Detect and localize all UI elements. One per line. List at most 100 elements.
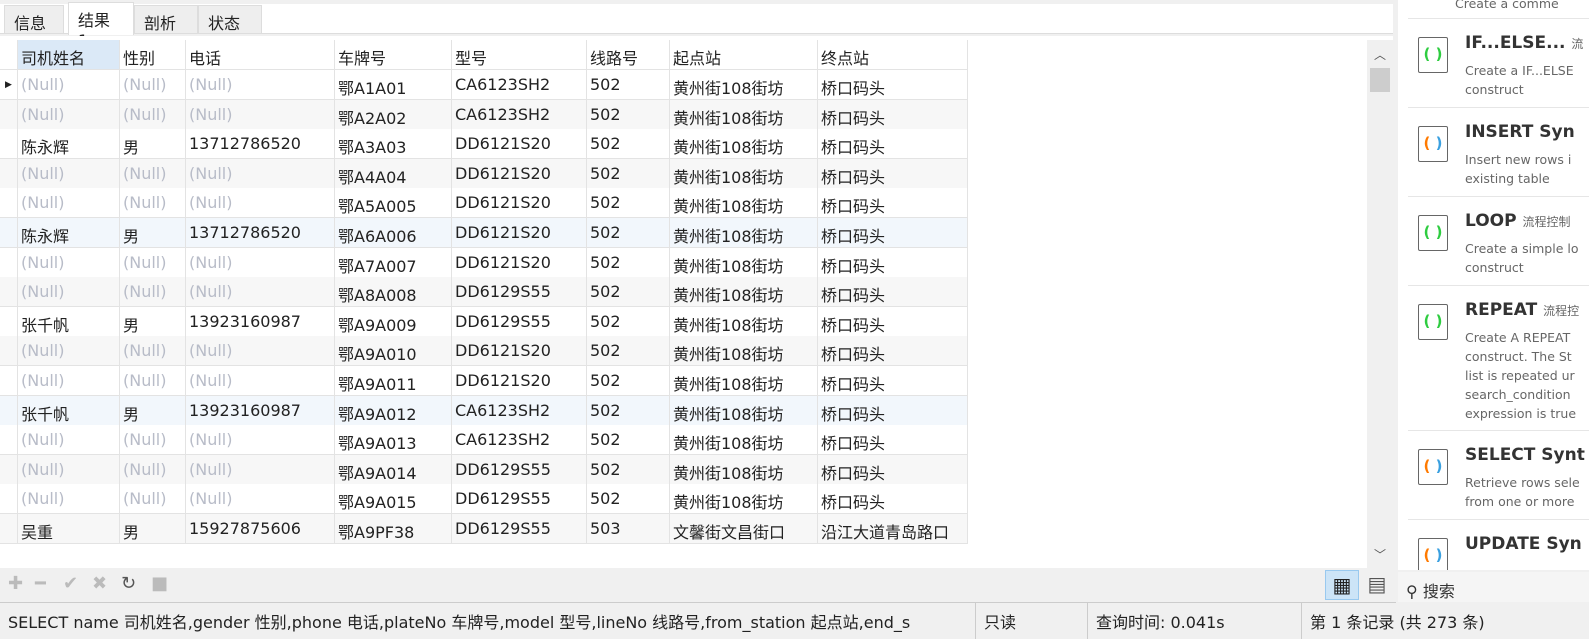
table-cell[interactable]: 男	[120, 395, 186, 426]
add-icon[interactable]: ✚	[8, 573, 23, 594]
table-cell[interactable]: (Null)	[120, 425, 186, 456]
scroll-down-icon[interactable]: ﹀	[1367, 546, 1393, 563]
table-row[interactable]: (Null) (Null) (Null) 鄂A9A014 DD6129S55 502 黄州街…	[0, 454, 968, 485]
tab-1[interactable]: 结果 1	[68, 2, 134, 50]
table-cell[interactable]: (Null)	[18, 484, 120, 515]
table-row[interactable]: (Null) (Null) (Null) 鄂A8A008 DD6129S55 502 黄州街…	[0, 277, 968, 308]
table-row[interactable]: 陈永辉男 13712786520 鄂A6A006 DD6121S20 502 黄州街108…	[0, 218, 968, 248]
table-cell[interactable]: DD6129S55	[452, 484, 587, 515]
table-cell[interactable]: 黄州街108街坊	[670, 395, 818, 426]
table-cell[interactable]: 502	[587, 247, 670, 278]
table-cell[interactable]: (Null)	[18, 99, 120, 130]
table-cell[interactable]: 黄州街108街坊	[670, 70, 818, 100]
table-row[interactable]: 张千帆男 13923160987 鄂A9A009 DD6129S55 502 黄州街108…	[0, 306, 968, 337]
table-row[interactable]: (Null) (Null) (Null) 鄂A9A015 DD6129S55 502 黄州街…	[0, 484, 968, 515]
column-header[interactable]: 电话	[186, 40, 335, 70]
table-cell[interactable]: 男	[120, 306, 186, 337]
table-cell[interactable]: (Null)	[120, 70, 186, 100]
scroll-thumb[interactable]	[1370, 68, 1390, 92]
table-cell[interactable]: 502	[587, 454, 670, 485]
table-cell[interactable]: 鄂A6A006	[335, 218, 452, 248]
table-row[interactable]: 吴重男 15927875606 鄂A9PF38 DD6129S55 503 文馨街文昌街口…	[0, 514, 968, 544]
table-cell[interactable]: 503	[587, 514, 670, 544]
grid-view-icon[interactable]: ▦	[1325, 570, 1359, 600]
table-cell[interactable]: (Null)	[186, 336, 335, 367]
table-cell[interactable]: (Null)	[186, 484, 335, 515]
snippet-card[interactable]: ( ) REPEAT 流程控 Create A REPEAT construct. T…	[1408, 285, 1589, 430]
scroll-up-icon[interactable]: ︿	[1367, 46, 1393, 63]
table-cell[interactable]: 黄州街108街坊	[670, 218, 818, 248]
table-cell[interactable]: 桥口码头	[818, 484, 968, 515]
column-header[interactable]: 终点站	[818, 40, 968, 70]
table-cell[interactable]: (Null)	[120, 336, 186, 367]
table-row[interactable]: (Null) (Null) (Null) 鄂A4A04 DD6121S20 502 黄州街1…	[0, 158, 968, 189]
table-cell[interactable]: 桥口码头	[818, 395, 968, 426]
table-cell[interactable]: 502	[587, 129, 670, 160]
header-row[interactable]: 司机姓名 性别 电话 车牌号 型号 线路号 起点站 终点站	[0, 40, 968, 70]
table-cell[interactable]: (Null)	[186, 425, 335, 456]
stop-icon[interactable]: ■	[151, 573, 168, 594]
table-cell[interactable]: 黄州街108街坊	[670, 366, 818, 396]
table-cell[interactable]: 桥口码头	[818, 306, 968, 337]
table-cell[interactable]: (Null)	[186, 158, 335, 189]
table-cell[interactable]: 鄂A9A014	[335, 454, 452, 485]
table-cell[interactable]: DD6129S55	[452, 306, 587, 337]
table-cell[interactable]: 陈永辉	[18, 218, 120, 248]
table-cell[interactable]: (Null)	[120, 454, 186, 485]
table-cell[interactable]: DD6129S55	[452, 514, 587, 544]
tab-0[interactable]: 信息	[4, 5, 64, 34]
table-cell[interactable]: CA6123SH2	[452, 425, 587, 456]
table-cell[interactable]: CA6123SH2	[452, 70, 587, 100]
table-row[interactable]: (Null) (Null) (Null) 鄂A9A011 DD6121S20 502 黄州街…	[0, 366, 968, 396]
table-cell[interactable]: 鄂A9A011	[335, 366, 452, 396]
table-cell[interactable]: 鄂A1A01	[335, 70, 452, 100]
table-cell[interactable]: DD6121S20	[452, 129, 587, 160]
table-cell[interactable]: (Null)	[18, 70, 120, 100]
table-cell[interactable]: 桥口码头	[818, 336, 968, 367]
table-cell[interactable]: 黄州街108街坊	[670, 306, 818, 337]
table-cell[interactable]: 502	[587, 484, 670, 515]
table-cell[interactable]: 502	[587, 425, 670, 456]
table-cell[interactable]: 13712786520	[186, 129, 335, 160]
table-cell[interactable]: (Null)	[186, 70, 335, 100]
table-row[interactable]: 陈永辉男 13712786520 鄂A3A03 DD6121S20 502 黄州街108街…	[0, 129, 968, 160]
table-cell[interactable]: 沿江大道青岛路口	[818, 514, 968, 544]
table-cell[interactable]: 502	[587, 188, 670, 219]
table-cell[interactable]: 桥口码头	[818, 188, 968, 219]
table-cell[interactable]: (Null)	[18, 454, 120, 485]
tab-3[interactable]: 状态	[198, 5, 262, 34]
table-cell[interactable]: 黄州街108街坊	[670, 484, 818, 515]
table-cell[interactable]: 13712786520	[186, 218, 335, 248]
table-cell[interactable]: 鄂A9PF38	[335, 514, 452, 544]
table-cell[interactable]: 鄂A4A04	[335, 158, 452, 189]
table-cell[interactable]: (Null)	[18, 425, 120, 456]
table-row[interactable]: (Null) (Null) (Null) 鄂A2A02 CA6123SH2 502 黄州街1…	[0, 99, 968, 130]
table-cell[interactable]: 502	[587, 366, 670, 396]
table-cell[interactable]: 502	[587, 277, 670, 308]
table-row[interactable]: (Null) (Null) (Null) 鄂A9A013 CA6123SH2 502 黄州街…	[0, 425, 968, 456]
table-cell[interactable]: 502	[587, 306, 670, 337]
column-header[interactable]: 司机姓名	[18, 40, 120, 70]
table-cell[interactable]: (Null)	[18, 336, 120, 367]
table-cell[interactable]: 502	[587, 218, 670, 248]
table-cell[interactable]: 黄州街108街坊	[670, 247, 818, 278]
table-cell[interactable]: 13923160987	[186, 306, 335, 337]
table-cell[interactable]: DD6121S20	[452, 247, 587, 278]
table-cell[interactable]: 男	[120, 514, 186, 544]
column-header[interactable]: 车牌号	[335, 40, 452, 70]
table-cell[interactable]: (Null)	[186, 277, 335, 308]
table-cell[interactable]: 黄州街108街坊	[670, 188, 818, 219]
table-row[interactable]: ▶ (Null) (Null) (Null) 鄂A1A01 CA6123SH2 502 黄州街…	[0, 70, 968, 100]
table-cell[interactable]: 桥口码头	[818, 247, 968, 278]
table-cell[interactable]: (Null)	[18, 366, 120, 396]
table-cell[interactable]: 鄂A3A03	[335, 129, 452, 160]
table-row[interactable]: (Null) (Null) (Null) 鄂A7A007 DD6121S20 502 黄州街…	[0, 247, 968, 278]
table-cell[interactable]: 黄州街108街坊	[670, 425, 818, 456]
table-cell[interactable]: 文馨街文昌街口	[670, 514, 818, 544]
table-cell[interactable]: 桥口码头	[818, 366, 968, 396]
table-cell[interactable]: 鄂A9A013	[335, 425, 452, 456]
table-cell[interactable]: 桥口码头	[818, 129, 968, 160]
column-header[interactable]: 线路号	[587, 40, 670, 70]
table-cell[interactable]: 鄂A5A005	[335, 188, 452, 219]
table-cell[interactable]: 15927875606	[186, 514, 335, 544]
